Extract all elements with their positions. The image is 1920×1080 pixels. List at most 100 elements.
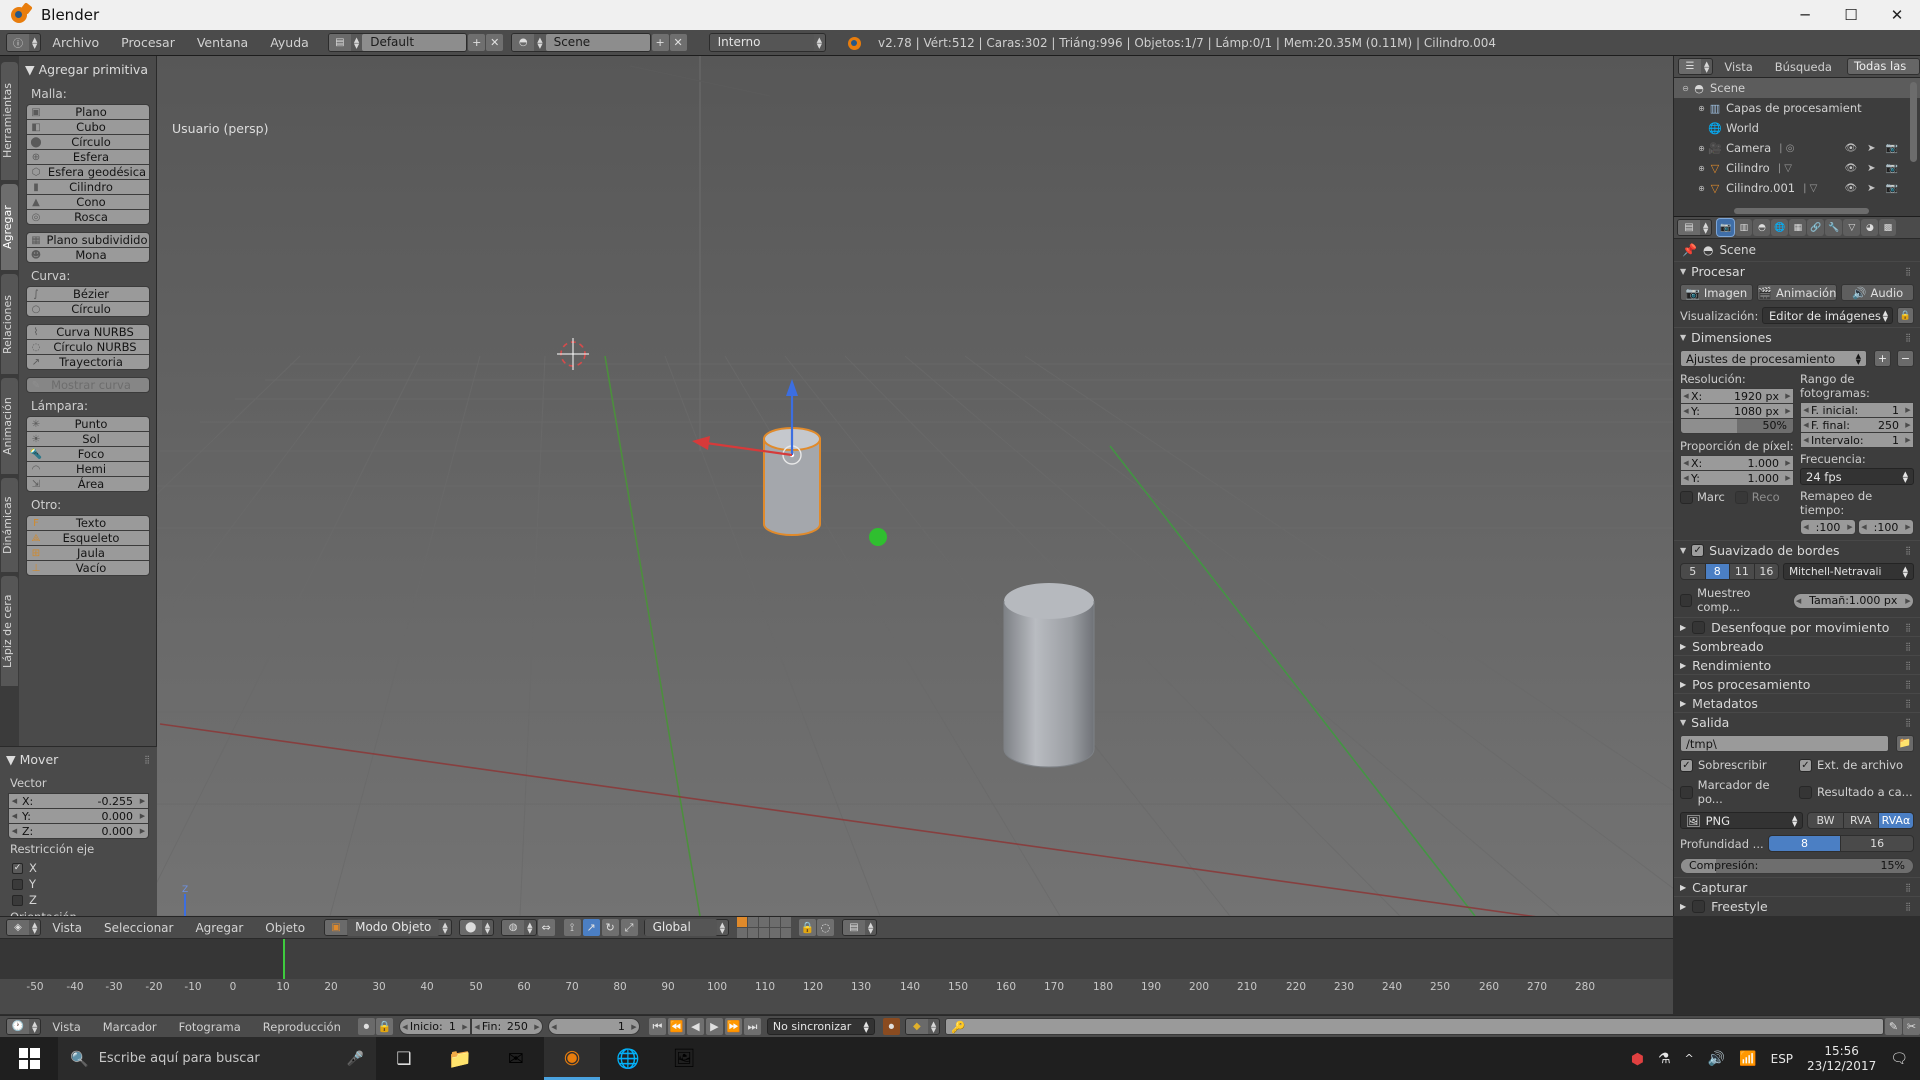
add-hemi-button[interactable]: ◠ Hemi <box>26 461 150 477</box>
increment-arrow-icon[interactable]: ▶ <box>1783 407 1793 415</box>
next-keyframe-button[interactable]: ⏩ <box>724 1018 742 1035</box>
menu-ventana[interactable]: Ventana <box>186 32 259 54</box>
screen-layout-selector[interactable]: ▤ ▲ ▼ Default <box>327 33 468 52</box>
viewport-editor-type-selector[interactable]: ◈ ▲ ▼ <box>6 919 42 936</box>
tab-render[interactable]: 📷 <box>1717 219 1735 236</box>
pin-icon[interactable]: 📌 <box>1682 243 1697 257</box>
pivot-point-select[interactable]: ◍ ▲ ▼ <box>501 919 537 936</box>
panel-freestyle[interactable]: ▶ Freestyle ⣿ <box>1674 896 1920 915</box>
timeline-menu-reproduccion[interactable]: Reproducción <box>252 1016 352 1038</box>
overwrite-checkbox[interactable]: ✓ <box>1680 758 1693 772</box>
antialiasing-checkbox[interactable]: ✓ <box>1691 544 1705 557</box>
aa-size-field[interactable]: ◀ Tamañ:1.000 px ▶ <box>1792 592 1914 609</box>
freestyle-checkbox[interactable] <box>1692 899 1706 913</box>
tab-relaciones[interactable]: Relaciones <box>1 274 18 374</box>
scene-layers-grid[interactable] <box>736 917 791 938</box>
add-cubo-button[interactable]: ◧ Cubo <box>26 119 150 135</box>
frame-start-field[interactable]: ◀ F. inicial: 1 ▶ <box>1800 402 1914 418</box>
file-extensions-checkbox[interactable]: ✓ <box>1799 758 1812 772</box>
add-foco-button[interactable]: 🔦 Foco <box>26 446 150 462</box>
lock-camera-button[interactable]: 🔒 <box>798 919 816 936</box>
render-panel-header[interactable]: ▼ Procesar ⣿ <box>1674 261 1920 281</box>
frame-start-field[interactable]: ◀ Inicio: 1 ▶ <box>398 1018 471 1035</box>
panel-motion-blur[interactable]: ▶ Desenfoque por movimiento ⣿ <box>1674 617 1920 636</box>
start-button[interactable] <box>0 1037 58 1080</box>
frame-end-field[interactable]: ◀ F. final: 250 ▶ <box>1800 417 1914 433</box>
decrement-arrow-icon[interactable]: ◀ <box>400 1023 410 1031</box>
overwrite-checkline[interactable]: ✓ Sobrescribir <box>1680 758 1795 772</box>
increment-arrow-icon[interactable]: ▶ <box>137 827 148 835</box>
add-texto-button[interactable]: F Texto <box>26 515 150 531</box>
outliner-row-cilindro-001[interactable]: ⊕ ▽ Cilindro.001 | ▽ 👁 ➤ 📷 <box>1674 178 1920 198</box>
full-sample-checkbox[interactable] <box>1680 593 1693 607</box>
manipulator-rotate-button[interactable]: ↻ <box>601 919 619 936</box>
decrement-arrow-icon[interactable]: ◀ <box>9 827 20 835</box>
viewport-menu-vista[interactable]: Vista <box>41 917 93 939</box>
increment-arrow-icon[interactable]: ▶ <box>137 812 148 820</box>
add-curva-nurbs-button[interactable]: ⌇ Curva NURBS <box>26 324 150 340</box>
cache-result-checkline[interactable]: Resultado a ca... <box>1799 785 1914 799</box>
snap-during-transform-button[interactable]: ⇔ <box>537 919 555 936</box>
add-vacio-button[interactable]: ⊥ Vacío <box>26 560 150 576</box>
outliner-row-camera[interactable]: ⊕ 🎥 Camera | ◎ 👁 ➤ 📷 <box>1674 138 1920 158</box>
tab-world[interactable]: 🌐 <box>1771 219 1789 236</box>
add-circulo-nurbs-button[interactable]: ◌ Círculo NURBS <box>26 339 150 355</box>
file-format-select[interactable]: 🖼 PNG ▲ ▼ <box>1680 812 1804 829</box>
add-primitive-panel-header[interactable]: ▼ Agregar primitiva <box>19 56 157 81</box>
screen-layout-value[interactable]: Default <box>362 34 467 51</box>
timeline-menu-fotograma[interactable]: Fotograma <box>168 1016 252 1038</box>
compression-slider[interactable]: Compresión: 15% <box>1680 858 1914 874</box>
tab-scene[interactable]: ◓ <box>1753 219 1771 236</box>
antialiasing-panel-header[interactable]: ▼ ✓ Suavizado de bordes ⣿ <box>1674 540 1920 560</box>
add-circulo-curva-button[interactable]: ○ Círculo <box>26 301 150 317</box>
outliner-row-toggles[interactable]: 👁 ➤ 📷 <box>1844 183 1920 194</box>
render-animation-button[interactable]: 🎬 Animación <box>1756 284 1838 301</box>
add-preset-button[interactable]: + <box>1874 350 1891 367</box>
viewport-menu-seleccionar[interactable]: Seleccionar <box>93 917 184 939</box>
file-explorer-icon[interactable]: 📁 <box>432 1037 488 1080</box>
increment-arrow-icon[interactable]: ▶ <box>1903 523 1913 531</box>
add-mona-button[interactable]: ☻ Mona <box>26 247 150 263</box>
clock[interactable]: 15:56 23/12/2017 <box>1807 1044 1876 1074</box>
prev-keyframe-button[interactable]: ⏪ <box>667 1018 685 1035</box>
decrement-arrow-icon[interactable]: ◀ <box>1801 406 1811 414</box>
record-button[interactable]: ⏺ <box>882 1018 900 1035</box>
renderable-camera-icon[interactable]: 📷 <box>1886 143 1898 154</box>
new-screen-button[interactable]: + <box>468 34 486 51</box>
add-esfera-button[interactable]: ⊕ Esfera <box>26 149 150 165</box>
color-mode-rvaa[interactable]: RVAα <box>1877 812 1914 829</box>
photos-icon[interactable]: 🖼 <box>656 1037 712 1080</box>
increment-arrow-icon[interactable]: ▶ <box>1845 523 1855 531</box>
axis-x-checkbox[interactable]: ✓ <box>12 862 23 874</box>
browse-folder-button[interactable]: 📁 <box>1896 735 1914 752</box>
output-path-field[interactable]: /tmp\ <box>1680 735 1889 752</box>
menu-ayuda[interactable]: Ayuda <box>259 32 320 54</box>
decrement-arrow-icon[interactable]: ◀ <box>1794 597 1804 605</box>
frame-end-field[interactable]: ◀ Fin: 250 ▶ <box>470 1018 543 1035</box>
maximize-button[interactable]: ☐ <box>1828 0 1874 30</box>
resolution-percentage-slider[interactable]: 50% <box>1680 418 1794 434</box>
tab-render-layers[interactable]: ▥ <box>1735 219 1753 236</box>
axis-x-row[interactable]: ✓ X <box>0 859 157 875</box>
decrement-arrow-icon[interactable]: ◀ <box>1801 421 1811 429</box>
add-jaula-button[interactable]: ⊞ Jaula <box>26 545 150 561</box>
outliner-display-mode[interactable]: Todas las escenas <box>1846 58 1920 88</box>
add-cono-button[interactable]: ▲ Cono <box>26 194 150 210</box>
jump-end-button[interactable]: ⏭ <box>743 1018 761 1035</box>
aa-sample-8[interactable]: 8 <box>1704 563 1731 580</box>
selectable-cursor-icon[interactable]: ➤ <box>1867 163 1875 174</box>
play-reverse-button[interactable]: ◀ <box>686 1018 704 1035</box>
add-esqueleto-button[interactable]: ⟁ Esqueleto <box>26 530 150 546</box>
task-view-icon[interactable]: ❑ <box>376 1037 432 1080</box>
language-indicator[interactable]: ESP <box>1771 1052 1793 1066</box>
outliner-tree[interactable]: ⊖ ◓ Scene ⊕ ▥ Capas de procesamient 🌐 Wo… <box>1674 78 1920 216</box>
chrome-icon[interactable]: 🌐 <box>600 1037 656 1080</box>
visibility-eye-icon[interactable]: 👁 <box>1844 183 1857 194</box>
viewport-shading-select[interactable]: ⬤ ▲ ▼ <box>458 919 495 936</box>
axis-z-row[interactable]: Z <box>0 891 157 907</box>
outliner-vertical-scrollbar[interactable] <box>1910 82 1917 162</box>
delete-screen-button[interactable]: ✕ <box>486 34 504 51</box>
taskbar-search[interactable]: 🔍 Escribe aquí para buscar 🎤 <box>58 1037 376 1080</box>
render-engine-value[interactable]: Interno <box>709 34 814 51</box>
color-depth-16[interactable]: 16 <box>1840 835 1915 852</box>
